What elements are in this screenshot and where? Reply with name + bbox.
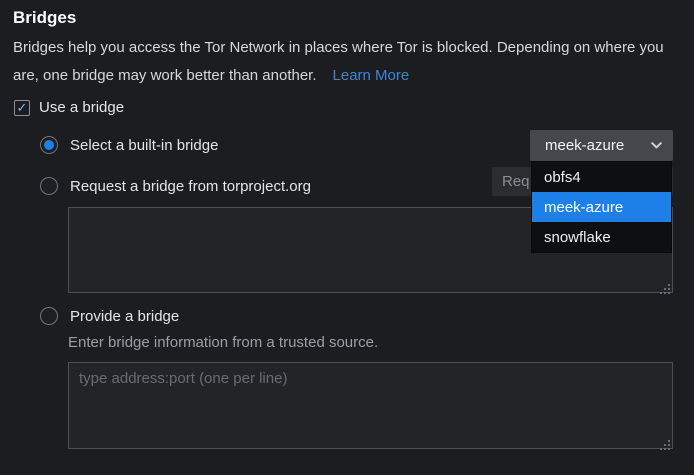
chevron-down-icon xyxy=(651,142,662,149)
provide-bridge-radio[interactable] xyxy=(40,307,58,325)
checkmark-icon: ✓ xyxy=(17,101,28,114)
radio-dot xyxy=(44,140,54,150)
request-bridge-radio[interactable] xyxy=(40,177,58,195)
radio-dot xyxy=(44,311,54,321)
use-bridge-label: Use a bridge xyxy=(39,99,124,116)
builtin-bridge-select[interactable]: meek-azure xyxy=(530,130,673,161)
menu-item-meek-azure[interactable]: meek-azure xyxy=(532,192,671,222)
page-title: Bridges xyxy=(13,8,76,28)
builtin-bridge-radio[interactable] xyxy=(40,136,58,154)
provide-bridge-label: Provide a bridge xyxy=(70,308,179,325)
builtin-bridge-label: Select a built-in bridge xyxy=(70,137,218,154)
description-line-1: Bridges help you access the Tor Network … xyxy=(13,39,664,56)
learn-more-link[interactable]: Learn More xyxy=(333,67,410,84)
description-line-2: are, one bridge may work better than ano… xyxy=(13,67,317,84)
resize-grip-icon[interactable] xyxy=(660,437,670,454)
resize-grip-icon[interactable] xyxy=(660,281,670,298)
radio-dot xyxy=(44,181,54,191)
request-bridge-label: Request a bridge from torproject.org xyxy=(70,178,311,195)
menu-item-snowflake[interactable]: snowflake xyxy=(532,222,671,252)
provide-bridge-hint: Enter bridge information from a trusted … xyxy=(68,334,378,351)
select-value: meek-azure xyxy=(545,137,651,154)
use-bridge-checkbox[interactable]: ✓ xyxy=(14,100,30,116)
bridges-settings-panel: Bridges Bridges help you access the Tor … xyxy=(0,0,694,475)
request-button-label: Req xyxy=(502,173,530,190)
builtin-bridge-dropdown-menu: obfs4 meek-azure snowflake xyxy=(532,162,671,252)
provide-bridge-textarea[interactable] xyxy=(68,362,673,449)
menu-item-obfs4[interactable]: obfs4 xyxy=(532,162,671,192)
